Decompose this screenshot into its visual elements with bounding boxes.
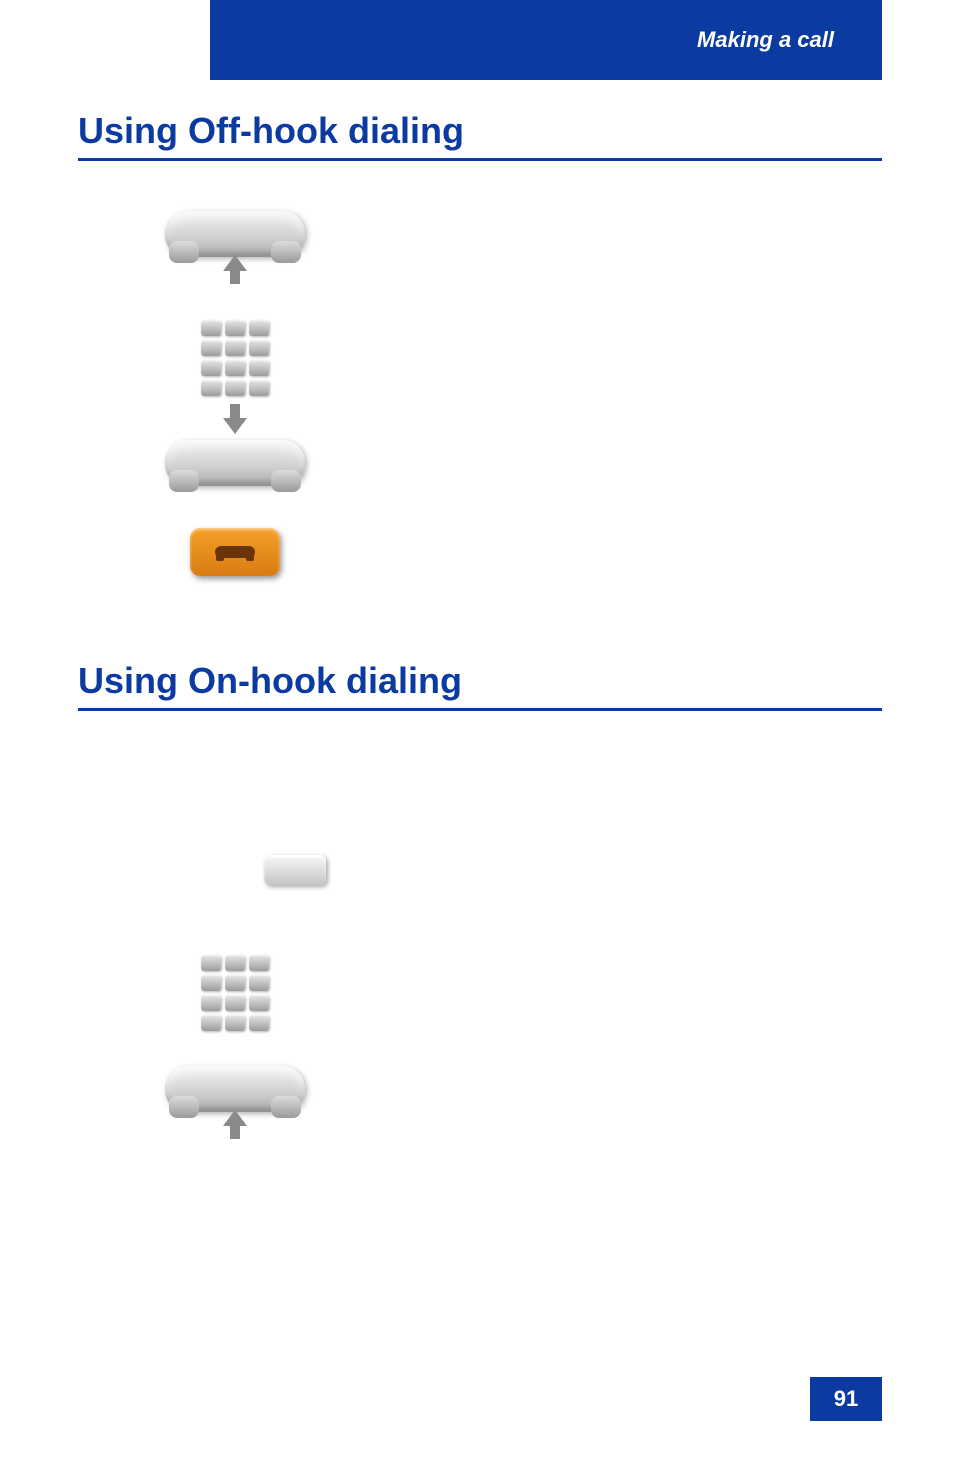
section-title-offhook: Using Off-hook dialing <box>78 110 882 161</box>
goodbye-key-icon <box>150 528 320 576</box>
dialpad-icon <box>150 955 320 1031</box>
manual-page: Making a call Using Off-hook dialing Usi… <box>0 0 954 1475</box>
chapter-title: Making a call <box>697 27 834 53</box>
line-key-icon <box>210 855 380 885</box>
chapter-header: Making a call <box>210 0 882 80</box>
handset-replace-icon <box>150 440 320 486</box>
handset-lift-icon <box>150 1070 320 1116</box>
section-title-onhook: Using On-hook dialing <box>78 660 882 711</box>
page-number-value: 91 <box>834 1386 858 1412</box>
handset-lift-icon <box>150 215 320 261</box>
page-number: 91 <box>810 1377 882 1421</box>
dialpad-icon <box>150 320 320 396</box>
